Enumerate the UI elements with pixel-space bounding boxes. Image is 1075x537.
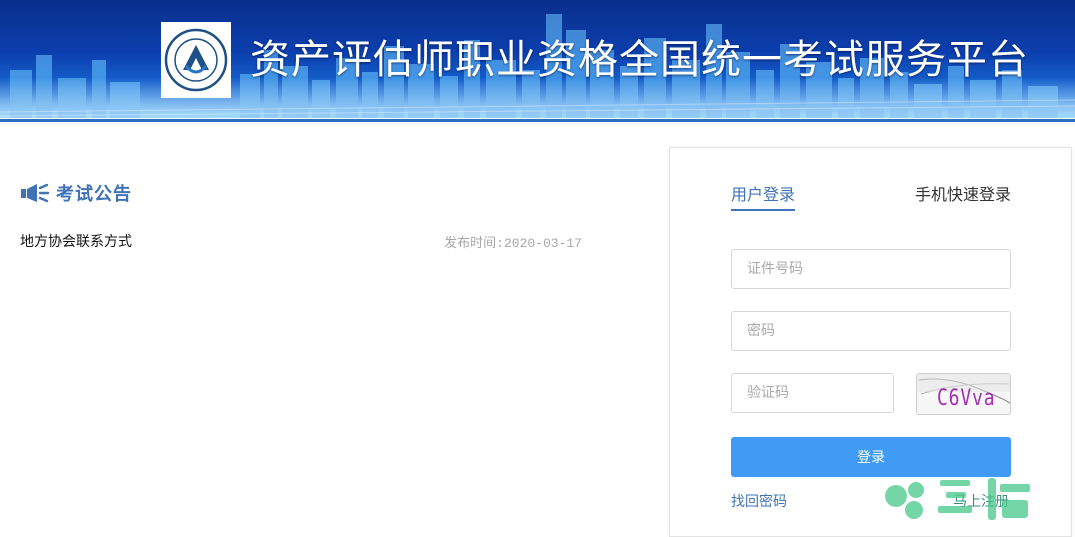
announcement-link[interactable]: 地方协会联系方式: [20, 231, 132, 251]
login-button[interactable]: 登录: [731, 437, 1011, 477]
announcement-date: 发布时间:2020-03-17: [444, 236, 582, 251]
id-number-input[interactable]: [731, 249, 1011, 289]
announcements-heading: 考试公告: [20, 180, 132, 206]
captcha-input[interactable]: [731, 373, 894, 413]
logo-emblem-icon: [164, 28, 228, 92]
password-input[interactable]: [731, 311, 1011, 351]
watermark-logo-icon: [885, 478, 1030, 520]
announcements-title: 考试公告: [56, 184, 132, 205]
announcement-item: 地方协会联系方式 发布时间:2020-03-17: [20, 231, 582, 251]
megaphone-icon: [21, 183, 50, 203]
forgot-password-link[interactable]: 找回密码: [731, 491, 787, 511]
banner-divider: [0, 119, 1075, 122]
captcha-image[interactable]: C6Vva: [916, 373, 1011, 415]
site-title: 资产评估师职业资格全国统一考试服务平台: [250, 37, 1029, 83]
tab-phone-login[interactable]: 手机快速登录: [915, 181, 1011, 205]
captcha-text: C6Vva: [937, 386, 996, 411]
header-banner: 资产评估师职业资格全国统一考试服务平台: [0, 0, 1075, 118]
china-appraisal-society-logo[interactable]: [161, 22, 231, 98]
tab-user-login[interactable]: 用户登录: [731, 181, 796, 211]
